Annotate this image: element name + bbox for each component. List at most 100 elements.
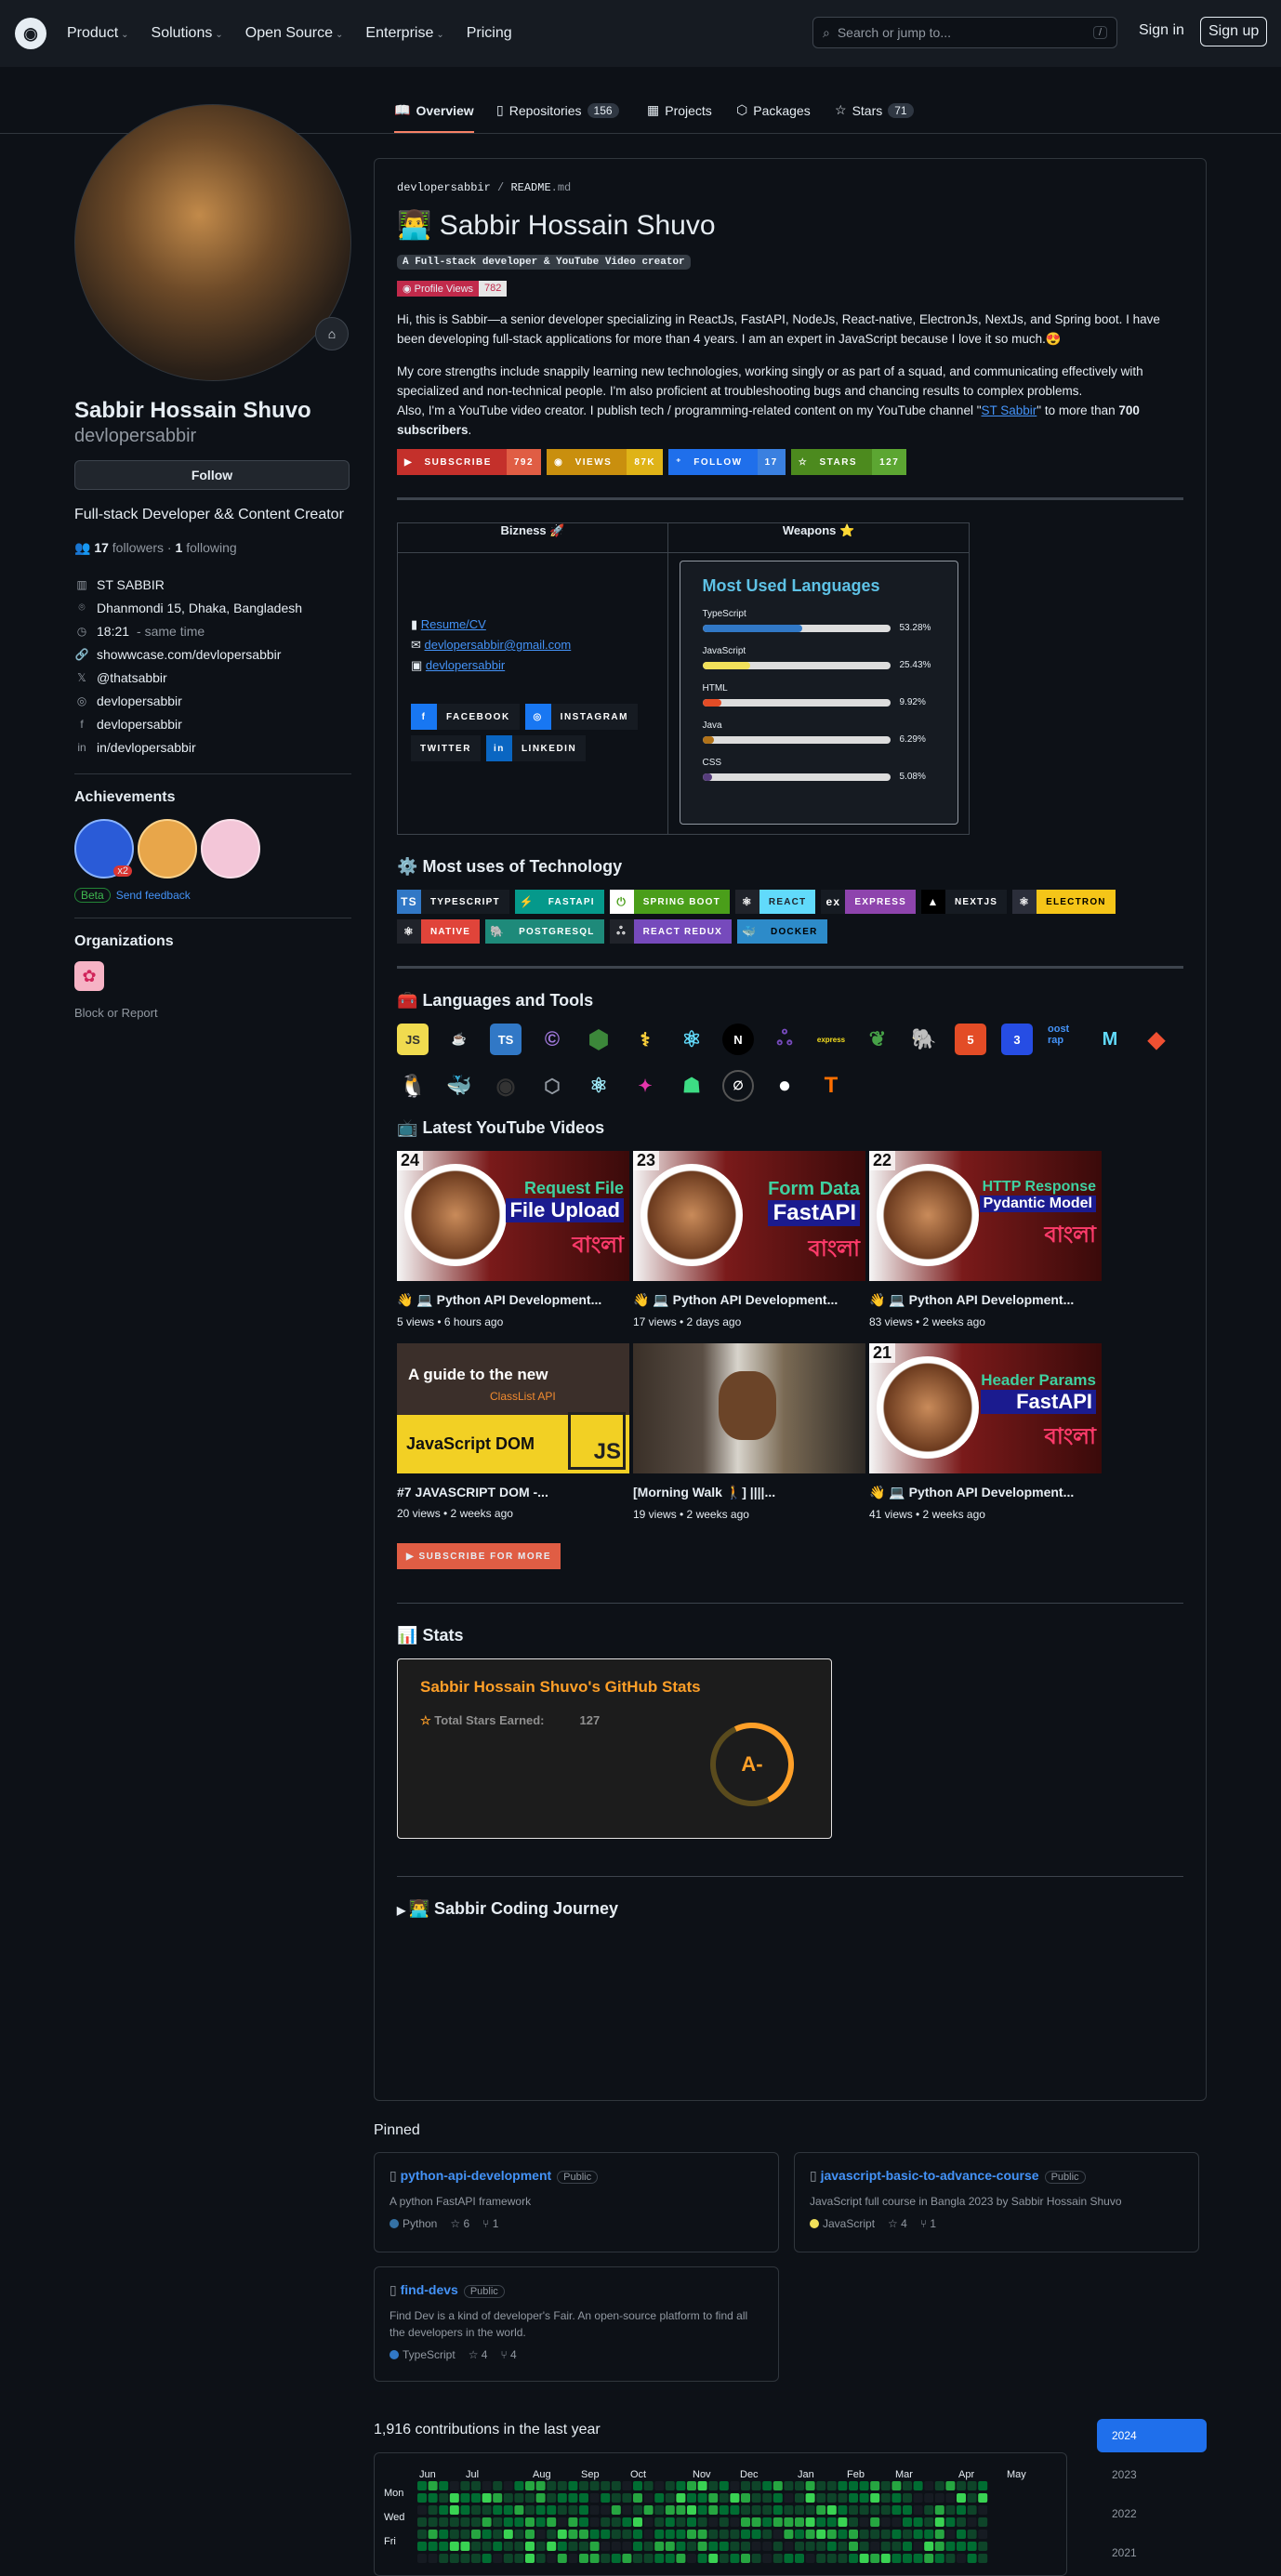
contribution-day[interactable] <box>654 2493 665 2503</box>
contribution-day[interactable] <box>719 2481 729 2490</box>
tab-repositories[interactable]: ▯ Repositories 156 <box>496 102 619 118</box>
resume-link[interactable]: Resume/CV <box>421 617 486 631</box>
contribution-day[interactable] <box>795 2493 804 2503</box>
contribution-day[interactable] <box>903 2505 912 2515</box>
contribution-day[interactable] <box>482 2481 492 2490</box>
video-card[interactable]: 23 Form Data FastAPI বাংলা 👋 💻 Python API … <box>633 1151 865 1328</box>
contribution-day[interactable] <box>762 2517 773 2527</box>
contribution-day[interactable] <box>676 2554 686 2563</box>
contribution-day[interactable] <box>957 2481 966 2490</box>
contribution-day[interactable] <box>849 2481 858 2490</box>
contribution-day[interactable] <box>945 2481 956 2490</box>
contribution-day[interactable] <box>880 2517 891 2527</box>
yolo-badge[interactable] <box>201 819 260 878</box>
contribution-day[interactable] <box>880 2505 891 2515</box>
contribution-day[interactable] <box>601 2517 611 2527</box>
contribution-day[interactable] <box>449 2517 459 2527</box>
status-emoji-button[interactable]: ⌂ <box>315 317 349 350</box>
contribution-day[interactable] <box>859 2517 869 2527</box>
contribution-day[interactable] <box>428 2481 438 2490</box>
video-thumbnail[interactable]: 24 Request File File Upload বাংলা <box>397 1151 629 1281</box>
contribution-day[interactable] <box>676 2517 686 2527</box>
contribution-day[interactable] <box>514 2493 524 2503</box>
tech-badge-docker[interactable]: 🐳 DOCKER <box>737 919 827 944</box>
contribution-day[interactable] <box>849 2517 858 2527</box>
contribution-day[interactable] <box>816 2542 826 2551</box>
contribution-day[interactable] <box>547 2554 557 2563</box>
video-card[interactable]: 22 HTTP Response Pydantic Model বাংলা 👋 💻 … <box>869 1151 1102 1328</box>
contribution-day[interactable] <box>978 2554 988 2563</box>
linux-icon[interactable]: 🐧 <box>397 1070 429 1102</box>
contribution-day[interactable] <box>697 2493 707 2503</box>
contribution-day[interactable] <box>751 2493 761 2503</box>
contribution-day[interactable] <box>547 2493 557 2503</box>
contribution-day[interactable] <box>697 2481 707 2490</box>
contribution-day[interactable] <box>773 2530 783 2539</box>
contribution-day[interactable] <box>439 2493 449 2503</box>
contribution-day[interactable] <box>654 2542 665 2551</box>
nav-open-source[interactable]: Open Source ⌄ <box>245 25 344 42</box>
contribution-day[interactable] <box>805 2517 815 2527</box>
contribution-day[interactable] <box>957 2493 966 2503</box>
contribution-day[interactable] <box>687 2493 696 2503</box>
facebook-badge[interactable]: f FACEBOOK <box>411 704 520 730</box>
contribution-day[interactable] <box>428 2517 438 2527</box>
contribution-day[interactable] <box>762 2505 773 2515</box>
contribution-day[interactable] <box>934 2481 944 2490</box>
contribution-day[interactable] <box>913 2505 923 2515</box>
contribution-day[interactable] <box>891 2542 902 2551</box>
contribution-day[interactable] <box>665 2517 675 2527</box>
tech-badge-react[interactable]: ⚛ REACT <box>734 890 816 914</box>
linkedin-link[interactable]: in/devlopersabbir <box>97 740 196 755</box>
contribution-day[interactable] <box>913 2517 923 2527</box>
contribution-day[interactable] <box>611 2481 621 2490</box>
contribution-day[interactable] <box>708 2493 719 2503</box>
repo-forks[interactable]: ⑂ 4 <box>500 2348 516 2361</box>
contribution-day[interactable] <box>945 2530 956 2539</box>
contribution-day[interactable] <box>449 2530 459 2539</box>
git-icon[interactable]: ◆ <box>1141 1024 1172 1055</box>
quickdraw-badge[interactable] <box>138 819 197 878</box>
contribution-day[interactable] <box>622 2493 632 2503</box>
contribution-day[interactable] <box>417 2517 427 2527</box>
contribution-day[interactable] <box>589 2481 600 2490</box>
contribution-day[interactable] <box>795 2530 804 2539</box>
contribution-day[interactable] <box>708 2530 719 2539</box>
contribution-day[interactable] <box>439 2530 449 2539</box>
contribution-day[interactable] <box>859 2493 869 2503</box>
postgresql-icon[interactable]: 🐘 <box>908 1024 940 1055</box>
contribution-day[interactable] <box>741 2542 750 2551</box>
contribution-day[interactable] <box>859 2530 869 2539</box>
contribution-day[interactable] <box>773 2481 783 2490</box>
contribution-day[interactable] <box>838 2530 848 2539</box>
contribution-day[interactable] <box>482 2505 492 2515</box>
contribution-day[interactable] <box>557 2493 567 2503</box>
contribution-day[interactable] <box>697 2542 707 2551</box>
contribution-day[interactable] <box>891 2517 902 2527</box>
contribution-day[interactable] <box>611 2530 621 2539</box>
contribution-day[interactable] <box>643 2530 654 2539</box>
contribution-day[interactable] <box>439 2542 449 2551</box>
contribution-day[interactable] <box>665 2542 675 2551</box>
contribution-day[interactable] <box>870 2505 880 2515</box>
flask-icon[interactable]: ∅ <box>722 1070 754 1102</box>
repo-forks[interactable]: ⑂ 1 <box>482 2217 498 2230</box>
contribution-day[interactable] <box>978 2542 988 2551</box>
contribution-day[interactable] <box>880 2530 891 2539</box>
contribution-day[interactable] <box>579 2542 588 2551</box>
contribution-day[interactable] <box>880 2542 891 2551</box>
contribution-day[interactable] <box>730 2517 740 2527</box>
contribution-day[interactable] <box>633 2530 642 2539</box>
contribution-day[interactable] <box>697 2505 707 2515</box>
tech-badge-nextjs[interactable]: ▲ NEXTJS <box>921 890 1008 914</box>
contribution-day[interactable] <box>795 2505 804 2515</box>
javascript-icon[interactable]: JS <box>397 1024 429 1055</box>
contribution-day[interactable] <box>870 2554 880 2563</box>
pull-shark-badge[interactable]: x2 <box>74 819 134 878</box>
contribution-day[interactable] <box>957 2530 966 2539</box>
contribution-day[interactable] <box>708 2517 719 2527</box>
stars-shield[interactable]: ☆ STARS 127 <box>790 449 907 475</box>
email-link[interactable]: devlopersabbir@gmail.com <box>425 638 572 652</box>
video-title[interactable]: 👋 💻 Python API Development... <box>633 1292 865 1308</box>
contribution-day[interactable] <box>870 2493 880 2503</box>
